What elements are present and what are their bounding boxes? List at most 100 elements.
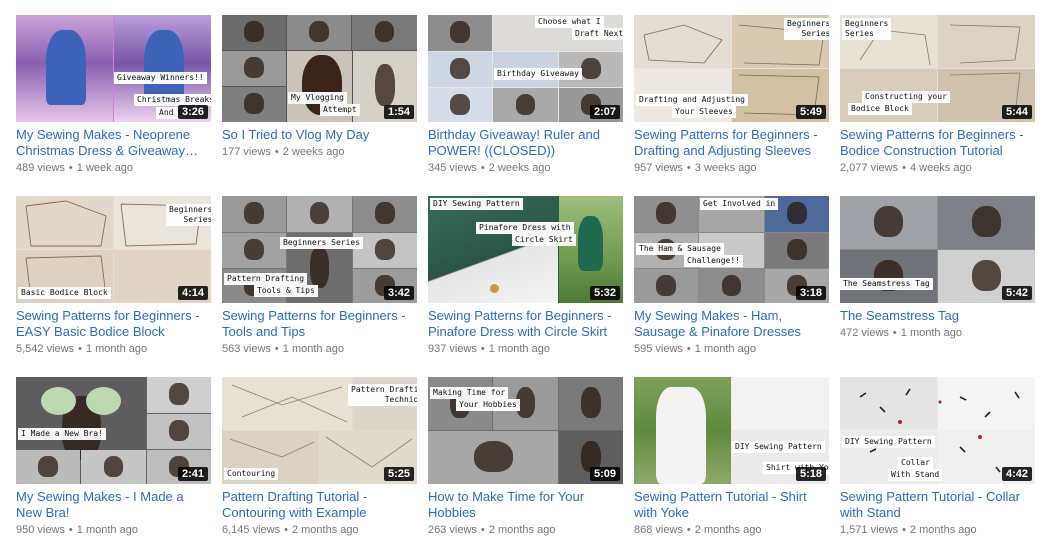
video-title[interactable]: How to Make Time for Your Hobbies [428,489,623,521]
video-card[interactable]: I Made a New Bra! 2:41 My Sewing Makes -… [16,377,211,537]
upload-age: 1 month ago [282,343,344,355]
thumbnail-caption: Tools & Tips [254,285,318,297]
video-title[interactable]: The Seamstress Tag [840,308,1035,324]
video-thumbnail[interactable]: DIY Sewing Pattern Collar With Stand 4:4… [840,377,1035,484]
separator: • [480,343,485,355]
separator: • [274,146,279,158]
video-title[interactable]: Sewing Pattern Tutorial - Shirt with Yok… [634,489,829,521]
video-thumbnail[interactable]: Giveaway Winners!! Christmas Breaks And … [16,15,211,122]
thumbnail-caption: The Ham & Sausage [636,243,724,255]
video-card[interactable]: Get Involved in The Ham & Sausage Challe… [634,196,829,356]
thumbnail-caption: Pinafore Dress with [476,222,574,234]
thumbnail-caption: Circle Skirt [512,234,576,246]
caption-line: Series [845,29,874,38]
caption-line: Beginners [169,205,211,214]
video-title[interactable]: Sewing Patterns for Beginners - Drafting… [634,127,829,159]
caption-line: Pattern Drafting [351,385,417,394]
video-meta: 957 views • 3 weeks ago [634,161,829,175]
video-title[interactable]: Sewing Patterns for Beginners - Bodice C… [840,127,1035,159]
thumbnail-caption: Bodice Block [848,103,912,115]
video-thumbnail[interactable]: DIY Sewing Pattern Shirt with Yoke 5:18 [634,377,829,484]
video-meta: 2,077 views • 4 weeks ago [840,161,1035,175]
duration-badge: 5:25 [383,467,414,481]
upload-age: 1 month ago [900,327,962,339]
video-thumbnail[interactable]: Beginners Series Pattern Drafting Tools … [222,196,417,303]
video-title[interactable]: My Sewing Makes - Ham, Sausage & Pinafor… [634,308,829,340]
thumbnail-caption: Beginners Series [280,237,364,249]
video-meta: 489 views • 1 week ago [16,161,211,175]
video-title[interactable]: Sewing Patterns for Beginners - EASY Bas… [16,308,211,340]
separator: • [68,524,73,536]
view-count: 957 views [634,162,683,174]
duration-badge: 2:07 [589,105,620,119]
thumbnail-caption: Your Hobbies [456,399,520,411]
video-card[interactable]: Giveaway Winners!! Christmas Breaks And … [16,15,211,175]
video-card[interactable]: Beginners Series Pattern Drafting Tools … [222,196,417,356]
view-count: 563 views [222,343,271,355]
thumbnail-caption: Challenge!! [684,255,743,267]
video-thumbnail[interactable]: Beginners Series Drafting and Adjusting Y… [634,15,829,122]
video-card[interactable]: DIY Sewing Pattern Collar With Stand 4:4… [840,377,1035,537]
video-title[interactable]: Pattern Drafting Tutorial - Contouring w… [222,489,417,521]
video-meta: 950 views • 1 month ago [16,523,211,537]
video-title[interactable]: Sewing Patterns for Beginners - Pinafore… [428,308,623,340]
thumbnail-caption: With Stand [888,469,943,481]
video-title[interactable]: My Sewing Makes - Neoprene Christmas Dre… [16,127,211,159]
thumbnail-caption: Giveaway Winners!! [114,72,207,84]
video-thumbnail[interactable]: I Made a New Bra! 2:41 [16,377,211,484]
video-thumbnail[interactable]: My Vlogging Attempt 1:54 [222,15,417,122]
duration-badge: 1:54 [383,105,414,119]
thumbnail-caption: Making Time for [430,387,509,399]
video-card[interactable]: Choose what I Draft Next Birthday Giveaw… [428,15,623,175]
thumbnail-caption: Beginners Series [166,204,211,226]
video-meta: 263 views • 2 months ago [428,523,623,537]
video-thumbnail[interactable]: DIY Sewing Pattern Pinafore Dress with C… [428,196,623,303]
video-meta: 6,145 views • 2 months ago [222,523,417,537]
video-thumbnail[interactable]: Beginners Series Constructing your Bodice… [840,15,1035,122]
thumbnail-caption: Draft Next [572,28,623,40]
video-card[interactable]: My Vlogging Attempt 1:54 So I Tried to V… [222,15,417,159]
video-card[interactable]: Pattern DraftingTechnique Contouring 5:2… [222,377,417,537]
video-title[interactable]: Sewing Patterns for Beginners - Tools an… [222,308,417,340]
video-thumbnail[interactable]: Get Involved in The Ham & Sausage Challe… [634,196,829,303]
video-card[interactable]: DIY Sewing Pattern Shirt with Yoke 5:18 … [634,377,829,537]
video-thumbnail[interactable]: The Seamstress Tag 5:42 [840,196,1035,303]
separator: • [686,343,691,355]
separator: • [892,327,897,339]
duration-badge: 5:49 [795,105,826,119]
upload-age: 2 months ago [694,524,762,536]
video-card[interactable]: Making Time for Your Hobbies 5:09 How to… [428,377,623,537]
separator: • [902,162,906,174]
view-count: 1,571 views [840,524,899,536]
video-card[interactable]: The Seamstress Tag 5:42 The Seamstress T… [840,196,1035,340]
video-card[interactable]: Beginners Series Basic Bodice Block 4:14 … [16,196,211,356]
separator: • [68,162,73,174]
caption-line: Series [183,215,211,224]
video-card[interactable]: Beginners Series Constructing your Bodice… [840,15,1035,175]
view-count: 868 views [634,524,683,536]
video-thumbnail[interactable]: Pattern DraftingTechnique Contouring 5:2… [222,377,417,484]
thumbnail-caption: Beginners Series [784,18,829,40]
duration-badge: 4:14 [177,286,208,300]
video-meta: 472 views • 1 month ago [840,326,1035,340]
caption-line: Series [801,29,829,38]
video-meta: 563 views • 1 month ago [222,342,417,356]
upload-age: 1 month ago [85,343,148,355]
thumbnail-caption: DIY Sewing Pattern [842,436,935,448]
upload-age: 1 month ago [76,524,138,536]
video-meta: 1,571 views • 2 months ago [840,523,1035,537]
video-card[interactable]: Beginners Series Drafting and Adjusting Y… [634,15,829,175]
caption-line: Beginners [787,19,829,28]
video-thumbnail[interactable]: Making Time for Your Hobbies 5:09 [428,377,623,484]
video-thumbnail[interactable]: Beginners Series Basic Bodice Block 4:14 [16,196,211,303]
upload-age: 1 month ago [488,343,550,355]
video-thumbnail[interactable]: Choose what I Draft Next Birthday Giveaw… [428,15,623,122]
video-card[interactable]: DIY Sewing Pattern Pinafore Dress with C… [428,196,623,356]
video-title[interactable]: Birthday Giveaway! Ruler and POWER! ((CL… [428,127,623,159]
video-title[interactable]: Sewing Pattern Tutorial - Collar with St… [840,489,1035,521]
upload-age: 2 months ago [909,524,977,536]
video-title[interactable]: So I Tried to Vlog My Day [222,127,417,143]
separator: • [78,343,82,355]
duration-badge: 3:26 [177,105,208,119]
video-title[interactable]: My Sewing Makes - I Made a New Bra! [16,489,211,521]
